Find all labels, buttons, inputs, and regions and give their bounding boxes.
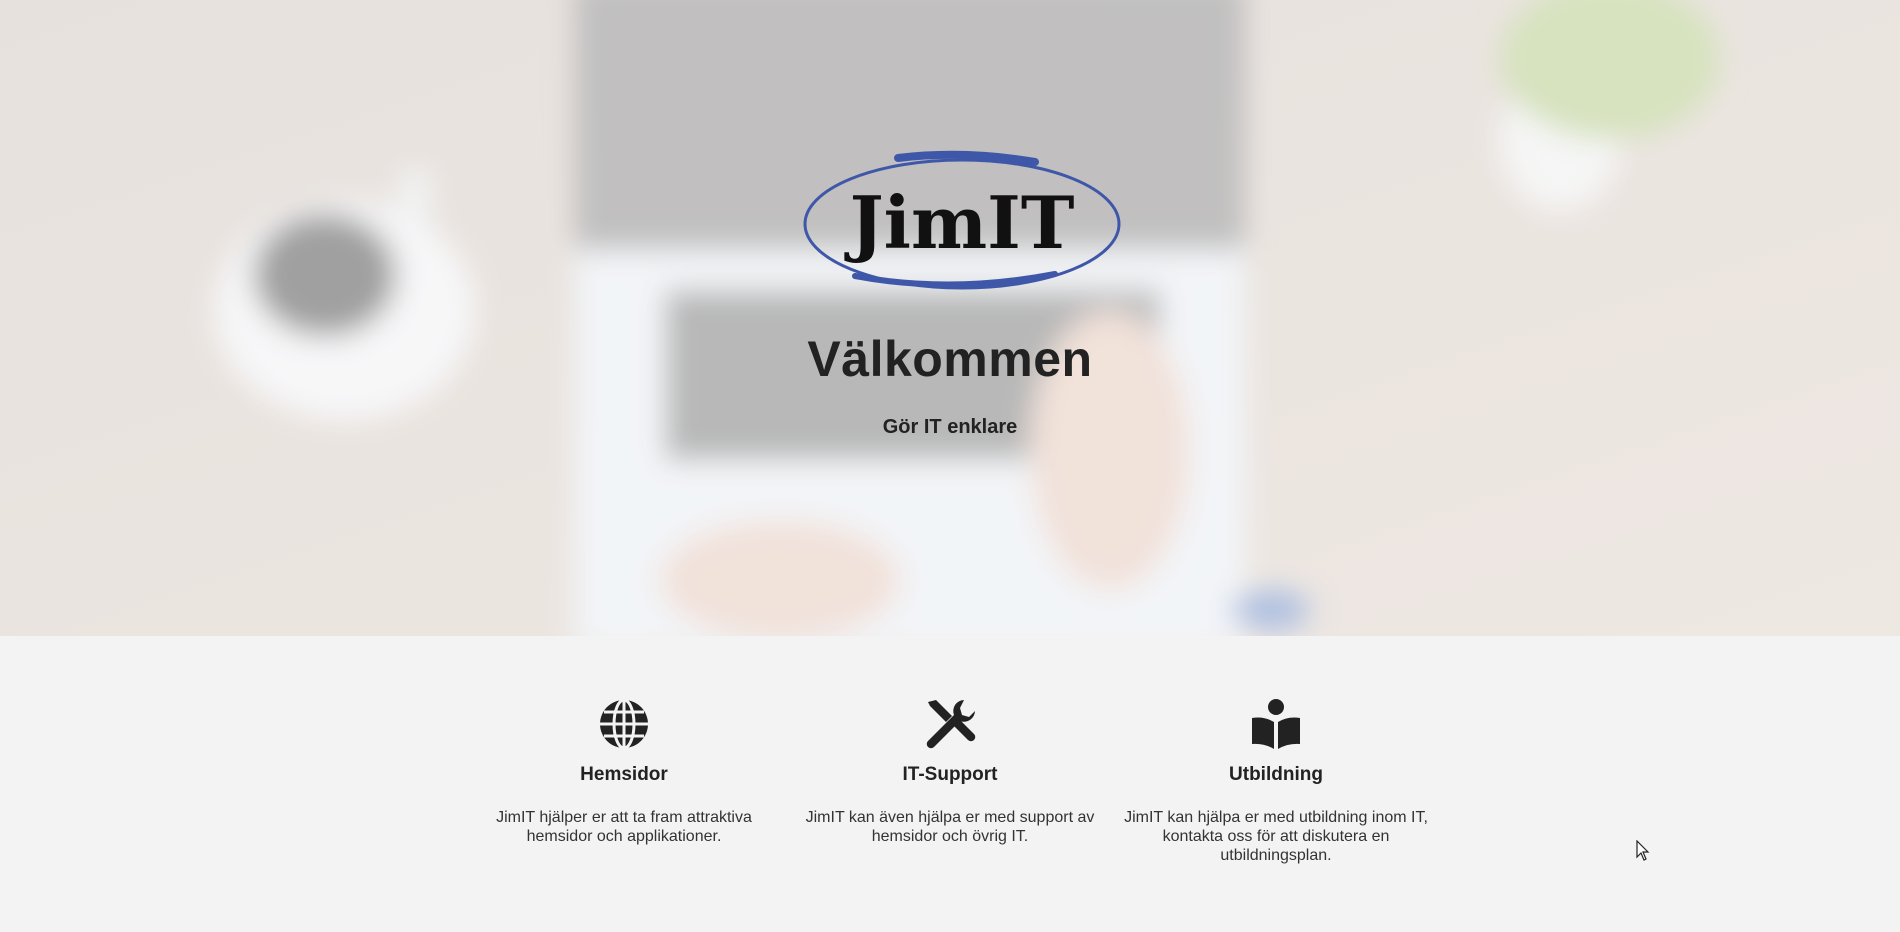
- feature-title: Hemsidor: [580, 764, 668, 785]
- hero-content: JimIT Välkommen Gör IT enklare: [0, 0, 1900, 636]
- hero-section: JimIT Välkommen Gör IT enklare: [0, 0, 1900, 636]
- feature-description: JimIT kan hjälpa er med utbildning inom …: [1124, 809, 1428, 864]
- feature-utbildning: Utbildning JimIT kan hjälpa er med utbil…: [1121, 698, 1431, 865]
- tools-icon: [926, 700, 976, 749]
- features-section: Hemsidor JimIT hjälper er att ta fram at…: [0, 636, 1900, 932]
- tagline: Gör IT enklare: [882, 416, 1018, 438]
- feature-description: JimIT kan även hjälpa er med support av …: [805, 809, 1095, 845]
- logo-text: JimIT: [844, 180, 1075, 265]
- feature-title: IT-Support: [902, 764, 998, 785]
- mouse-pointer-icon: [1636, 840, 1650, 861]
- feature-hemsidor: Hemsidor JimIT hjälper er att ta fram at…: [469, 698, 779, 846]
- jimit-logo[interactable]: JimIT: [800, 148, 1124, 294]
- book-reader-icon: [1252, 699, 1300, 749]
- page-title: Välkommen: [807, 331, 1093, 387]
- globe-icon: [600, 698, 648, 750]
- feature-title: Utbildning: [1229, 764, 1323, 785]
- feature-description: JimIT hjälper er att ta fram attraktiva …: [496, 809, 752, 845]
- feature-it-support: IT-Support JimIT kan även hjälpa er med …: [795, 698, 1105, 846]
